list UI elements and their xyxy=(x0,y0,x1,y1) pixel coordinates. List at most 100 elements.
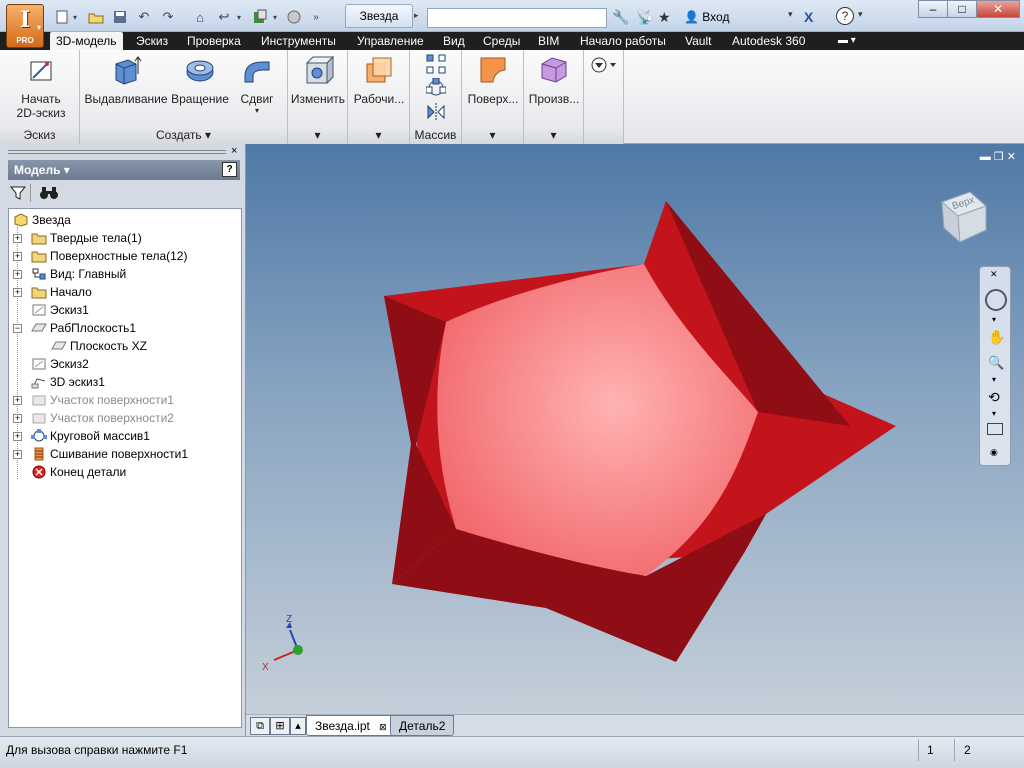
open-icon[interactable] xyxy=(86,8,106,26)
viewport-restore-button[interactable]: ❐ xyxy=(994,151,1004,163)
chevron-down-icon[interactable]: ▾ xyxy=(992,315,996,324)
appearance-icon[interactable] xyxy=(284,8,304,26)
tree-item[interactable]: + Участок поверхности1 xyxy=(9,391,241,409)
tree-item[interactable]: 3D эскиз1 xyxy=(9,373,241,391)
minimize-button[interactable]: – xyxy=(918,0,948,18)
viewport-close-button[interactable]: ✕ xyxy=(1007,151,1016,163)
arrange-up-icon[interactable]: ▴ xyxy=(290,717,306,735)
chevron-down-icon[interactable]: ▾ xyxy=(788,9,793,20)
rectangular-pattern-icon[interactable] xyxy=(426,54,446,74)
star-model[interactable] xyxy=(246,144,1024,714)
start-2d-sketch-button[interactable]: Начать 2D-эскиз xyxy=(8,54,74,120)
tree-item[interactable]: Эскиз2 xyxy=(9,355,241,373)
binoculars-icon[interactable] xyxy=(40,185,58,204)
cascade-windows-icon[interactable]: ⧉ xyxy=(250,717,270,735)
tab-tools[interactable]: Инструменты xyxy=(255,32,342,50)
tree-item[interactable]: + Начало xyxy=(9,283,241,301)
chevron-down-icon[interactable]: ▾ xyxy=(270,8,280,26)
tree-item[interactable]: Звезда xyxy=(9,211,241,229)
surface-button[interactable]: Поверх... xyxy=(462,54,524,106)
look-at-icon[interactable] xyxy=(987,423,1003,435)
new-file-icon[interactable] xyxy=(52,8,72,26)
close-button[interactable]: ✕ xyxy=(976,0,1020,18)
tree-item[interactable]: + Твердые тела(1) xyxy=(9,229,241,247)
collapse-icon[interactable]: − xyxy=(13,324,22,333)
tile-windows-icon[interactable]: ⊞ xyxy=(270,717,290,735)
chevron-down-icon[interactable]: ▾ xyxy=(992,409,996,418)
tree-item[interactable]: Плоскость XZ xyxy=(9,337,241,355)
browser-grip[interactable] xyxy=(8,150,226,154)
tree-item[interactable]: + Круговой массив1 xyxy=(9,427,241,445)
graphics-viewport[interactable]: ▬ ❐ ✕ Верх ✕ ▾ ✋ 🔍 ▾ ⟲ ▾ ◉ Z X xyxy=(246,144,1024,714)
expand-icon[interactable]: + xyxy=(13,270,22,279)
pan-icon[interactable]: ✋ xyxy=(988,329,1005,346)
expand-icon[interactable]: + xyxy=(13,450,22,459)
more-icon[interactable]: » xyxy=(306,8,326,26)
zoom-icon[interactable]: 🔍 xyxy=(988,355,1004,371)
tab-3d-model[interactable]: 3D-модель xyxy=(50,32,123,50)
browser-title[interactable]: Модель ▾ ? xyxy=(8,160,240,180)
tab-inspect[interactable]: Проверка xyxy=(181,32,247,50)
ribbon-options-icon[interactable]: ▬ ▾ xyxy=(832,32,862,50)
browser-help-button[interactable]: ? xyxy=(222,162,237,177)
tree-item[interactable]: + Сшивание поверхности1 xyxy=(9,445,241,463)
circular-pattern-icon[interactable] xyxy=(425,77,447,98)
tab-vault[interactable]: Vault xyxy=(679,32,717,50)
redo-icon[interactable]: ↷ xyxy=(158,8,178,26)
tree-item[interactable]: + Поверхностные тела(12) xyxy=(9,247,241,265)
viewcube[interactable]: Верх xyxy=(938,188,988,244)
tab-autodesk-360[interactable]: Autodesk 360 xyxy=(726,32,811,50)
expand-icon[interactable]: + xyxy=(13,234,22,243)
chevron-down-icon[interactable]: ▾ xyxy=(992,375,996,384)
tree-item[interactable]: − РабПлоскость1 xyxy=(9,319,241,337)
filter-icon[interactable] xyxy=(9,185,27,204)
save-icon[interactable] xyxy=(110,8,130,26)
sweep-button[interactable]: Сдвиг ▾ xyxy=(232,54,282,115)
navbar-options-icon[interactable]: ◉ xyxy=(990,447,998,458)
application-menu-button[interactable]: I ▾ PRO xyxy=(6,4,44,48)
tab-view[interactable]: Вид xyxy=(437,32,471,50)
browser-close-button[interactable]: × xyxy=(231,145,237,157)
create-group-label[interactable]: Создать ▾ xyxy=(80,126,287,144)
login-button[interactable]: 👤 Вход xyxy=(684,10,729,24)
tab-get-started[interactable]: Начало работы xyxy=(574,32,672,50)
steering-wheel-icon[interactable] xyxy=(985,289,1007,311)
undo-icon[interactable]: ↶ xyxy=(134,8,154,26)
help-button[interactable]: ? xyxy=(836,7,854,25)
home-icon[interactable]: ⌂ xyxy=(190,8,210,26)
viewport-minimize-button[interactable]: ▬ xyxy=(980,151,991,163)
mirror-icon[interactable] xyxy=(426,102,446,122)
tree-item[interactable]: Эскиз1 xyxy=(9,301,241,319)
chevron-down-icon[interactable]: ▾ xyxy=(858,9,863,20)
document-title-tab[interactable]: Звезда xyxy=(345,4,413,28)
surface-group-expand[interactable]: ▾ xyxy=(462,126,523,144)
expand-icon[interactable]: + xyxy=(13,288,22,297)
doc-tab-detal2[interactable]: Деталь2 xyxy=(390,715,455,736)
tree-item[interactable]: Конец детали xyxy=(9,463,241,481)
revolve-button[interactable]: Вращение xyxy=(168,54,232,106)
work-features-button[interactable]: Рабочи... xyxy=(348,54,410,106)
material-icon[interactable] xyxy=(250,8,270,26)
chevron-down-icon[interactable]: ▾ xyxy=(234,8,244,26)
return-icon[interactable]: ↩ xyxy=(214,8,234,26)
expand-icon[interactable]: + xyxy=(13,432,22,441)
expand-icon[interactable]: + xyxy=(13,252,22,261)
tree-item[interactable]: + Вид: Главный xyxy=(9,265,241,283)
work-group-expand[interactable]: ▾ xyxy=(348,126,409,144)
star-icon[interactable]: ★ xyxy=(658,9,671,26)
freeform-group-expand[interactable]: ▾ xyxy=(524,126,583,144)
dropdown-circle-icon[interactable] xyxy=(590,56,618,76)
modify-group-expand[interactable]: ▾ xyxy=(288,126,347,144)
satellite-icon[interactable]: 📡 xyxy=(636,9,653,26)
doc-tab-close-icon[interactable]: ⊠ xyxy=(379,722,387,732)
tab-environments[interactable]: Среды xyxy=(477,32,526,50)
modify-button[interactable]: Изменить xyxy=(288,54,348,106)
doc-tab-zvezda[interactable]: Звезда.ipt ⊠ xyxy=(306,715,396,736)
maximize-button[interactable]: □ xyxy=(947,0,977,18)
chevron-right-icon[interactable]: ▸ xyxy=(414,10,419,21)
tab-manage[interactable]: Управление xyxy=(351,32,430,50)
tab-bim[interactable]: BIM xyxy=(532,32,565,50)
binoculars-icon[interactable]: 🔧 xyxy=(612,9,629,26)
tree-item[interactable]: + Участок поверхности2 xyxy=(9,409,241,427)
expand-icon[interactable]: + xyxy=(13,414,22,423)
